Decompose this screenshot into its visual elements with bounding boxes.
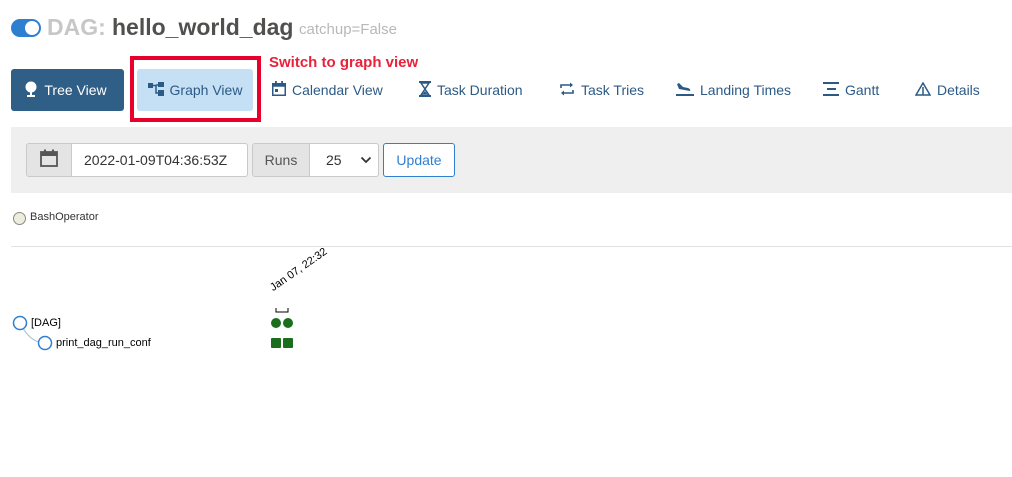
tab-task-tries-label: Task Tries <box>581 82 645 98</box>
toggle-knob <box>25 21 39 35</box>
tab-calendar-view[interactable]: Calendar View <box>272 69 383 111</box>
runs-label: Runs <box>252 143 310 177</box>
run-bracket <box>275 308 289 313</box>
bash-operator-legend-label: BashOperator <box>30 211 99 223</box>
calendar-icon <box>272 81 286 99</box>
annotation-highlight-box <box>130 56 261 122</box>
tab-tree-view-label: Tree View <box>44 82 107 98</box>
retry-icon <box>559 82 575 99</box>
chevron-down-icon <box>360 153 372 170</box>
update-button[interactable]: Update <box>383 143 455 177</box>
tab-task-tries[interactable]: Task Tries <box>559 69 644 111</box>
runs-select[interactable]: 25 <box>309 143 379 177</box>
warning-triangle-icon <box>914 81 932 99</box>
dag-root-label: [DAG] <box>31 317 61 329</box>
catchup-label: catchup=False <box>299 21 397 38</box>
tab-gantt[interactable]: Gantt <box>823 69 879 111</box>
annotation-text: Switch to graph view <box>269 54 419 71</box>
dag-prefix-label: DAG: <box>47 14 106 40</box>
dag-title: hello_world_dag <box>112 14 294 40</box>
calendar-icon <box>40 149 58 172</box>
dag-run-status-circle[interactable] <box>271 318 281 328</box>
hourglass-icon <box>419 80 431 100</box>
tab-gantt-label: Gantt <box>845 82 880 98</box>
task-instance-square[interactable] <box>283 338 293 348</box>
tree-diagram <box>12 308 293 351</box>
dag-run-status-circle[interactable] <box>283 318 293 328</box>
tab-landing-times-label: Landing Times <box>700 82 792 98</box>
tree-icon <box>24 81 38 100</box>
date-picker-button[interactable] <box>26 143 72 177</box>
tab-task-duration[interactable]: Task Duration <box>419 69 523 111</box>
tab-details[interactable]: Details <box>914 69 980 111</box>
gantt-icon <box>823 81 839 99</box>
legend-divider <box>11 246 1012 247</box>
tab-tree-view[interactable]: Tree View <box>11 69 124 111</box>
tab-landing-times[interactable]: Landing Times <box>676 69 791 111</box>
tab-task-duration-label: Task Duration <box>437 82 523 98</box>
task-label-print-dag-run-conf: print_dag_run_conf <box>56 337 151 349</box>
plane-landing-icon <box>676 82 694 99</box>
tab-calendar-view-label: Calendar View <box>292 82 383 98</box>
dag-root-node[interactable] <box>12 315 28 331</box>
dag-pause-toggle[interactable] <box>11 19 41 37</box>
task-instance-square[interactable] <box>271 338 281 348</box>
base-date-input[interactable]: 2022-01-09T04:36:53Z <box>71 143 248 177</box>
runs-select-value: 25 <box>326 152 342 168</box>
tab-details-label: Details <box>937 82 980 98</box>
bash-operator-legend-swatch <box>13 212 26 225</box>
task-node-print-dag-run-conf[interactable] <box>37 335 53 351</box>
